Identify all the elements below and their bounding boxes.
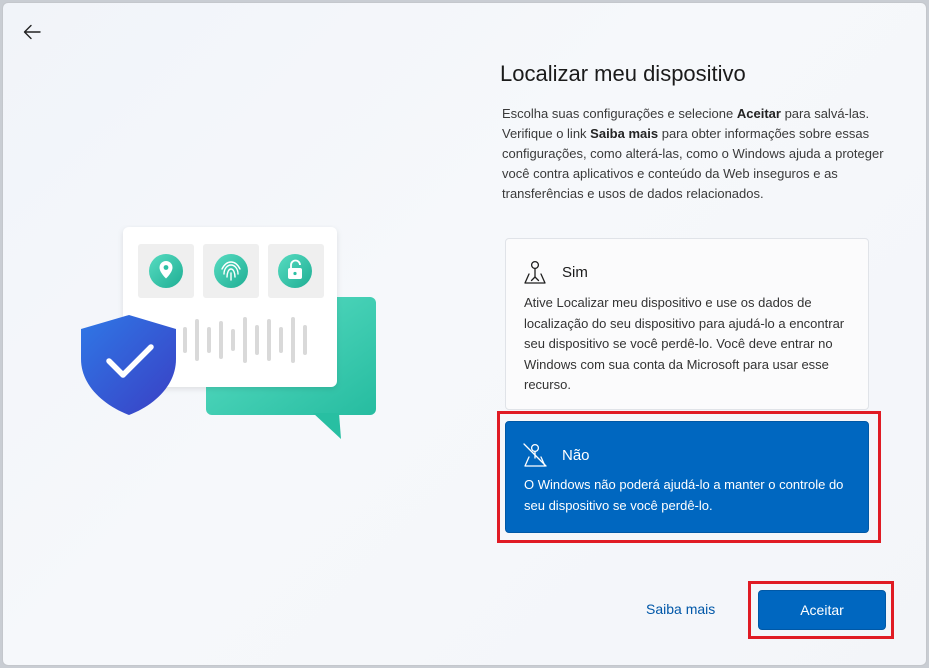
find-device-illustration: [81, 227, 376, 439]
person-pin-off-icon: [522, 442, 548, 468]
learn-more-link[interactable]: Saiba mais: [646, 601, 715, 617]
option-sim-label: Sim: [562, 263, 588, 281]
option-nao[interactable]: Não O Windows não poderá ajudá-lo a mant…: [505, 421, 869, 533]
accept-button[interactable]: Aceitar: [758, 590, 886, 630]
page-description: Escolha suas configurações e selecione A…: [502, 106, 884, 201]
person-pin-icon: [522, 259, 548, 285]
option-sim-description: Ative Localizar meu dispositivo e use os…: [524, 295, 845, 392]
oobe-window: Localizar meu dispositivo Escolha suas c…: [2, 2, 927, 666]
option-sim[interactable]: Sim Ative Localizar meu dispositivo e us…: [505, 238, 869, 410]
shield-check-icon: [81, 315, 176, 415]
option-nao-label: Não: [562, 446, 590, 464]
page-title: Localizar meu dispositivo: [500, 61, 746, 86]
fingerprint-icon: [214, 254, 248, 288]
location-pin-icon: [149, 254, 183, 288]
back-button[interactable]: [17, 17, 47, 47]
padlock-icon: [278, 254, 312, 288]
option-nao-description: O Windows não poderá ajudá-lo a manter o…: [524, 477, 844, 513]
arrow-left-icon: [23, 24, 41, 40]
